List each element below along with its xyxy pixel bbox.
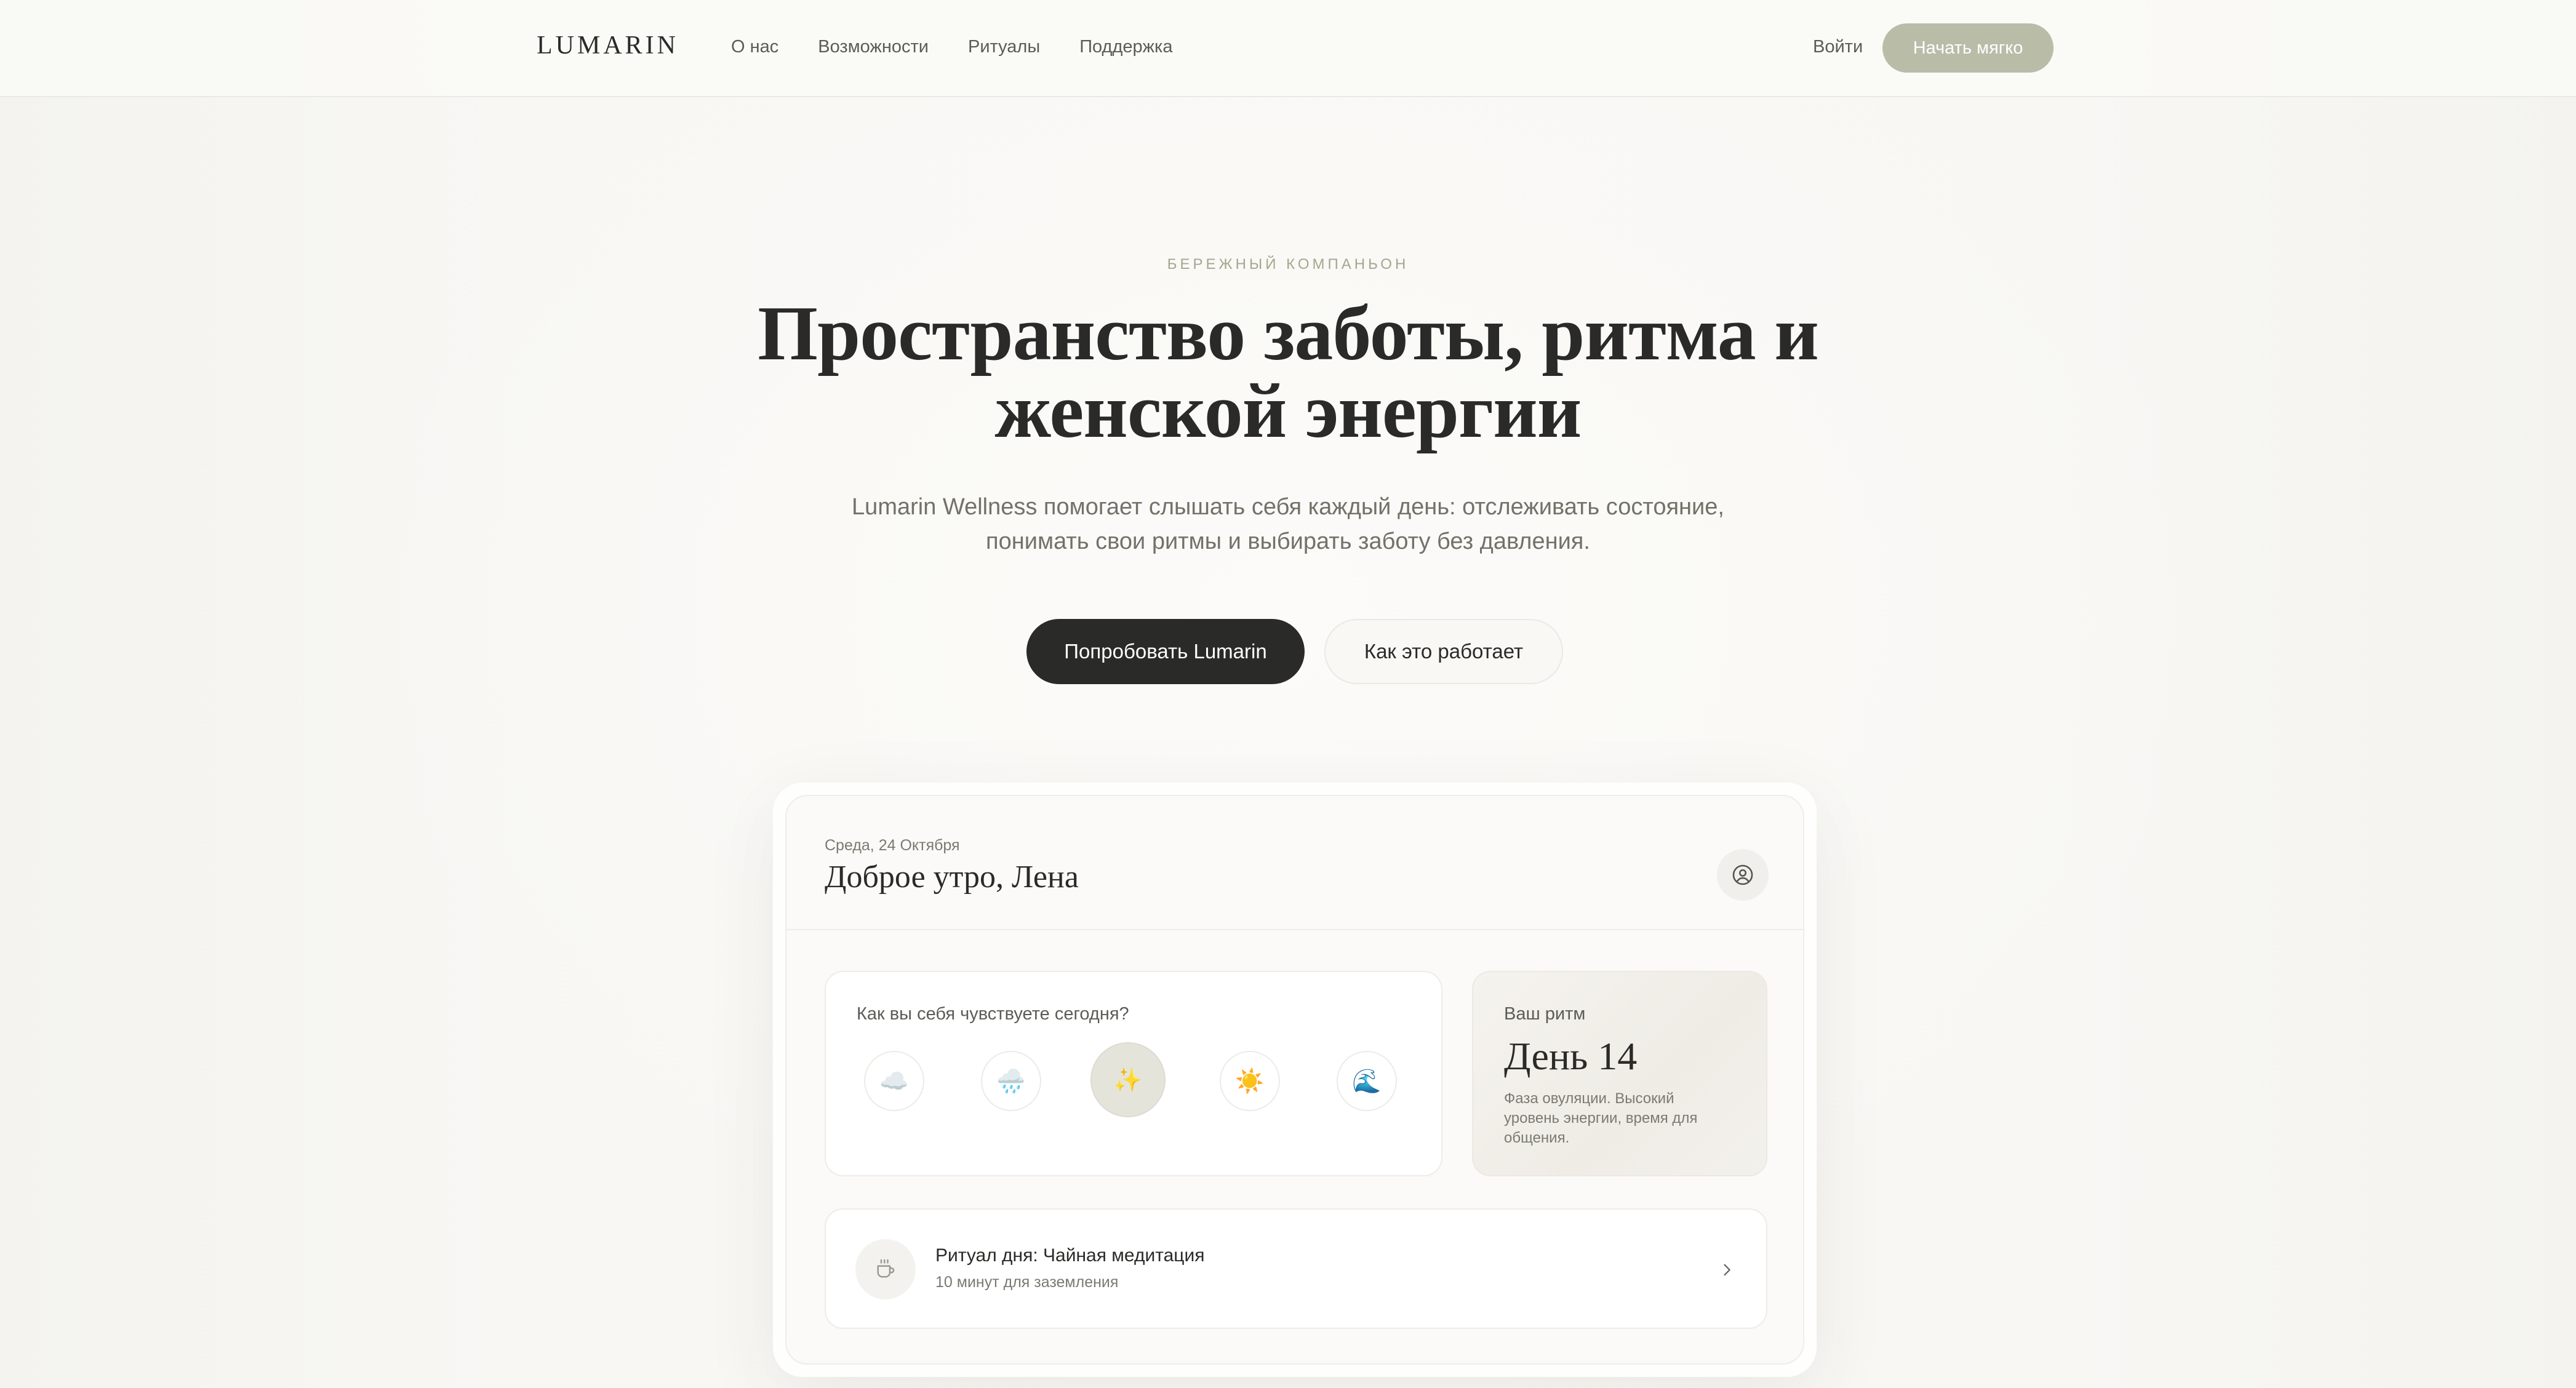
hero-headline: Пространство заботы, ритма и женской эне… — [703, 295, 1873, 450]
mood-option-cloudy[interactable]: ☁️ — [864, 1051, 924, 1111]
rhythm-day: День 14 — [1504, 1034, 1638, 1078]
rain-cloud-icon: 🌧️ — [996, 1067, 1026, 1095]
mood-check-card: Как вы себя чувствуете сегодня? ☁️ 🌧️ ✨ … — [825, 971, 1442, 1176]
top-navigation: LUMARIN О нас Возможности Ритуалы Поддер… — [0, 0, 2576, 97]
profile-button[interactable] — [1717, 849, 1769, 901]
app-preview-screen: Среда, 24 Октября Доброе утро, Лена Как … — [785, 795, 1804, 1365]
brand-logo[interactable]: LUMARIN — [537, 31, 679, 60]
daily-ritual-card[interactable]: Ритуал дня: Чайная медитация 10 минут дл… — [825, 1208, 1767, 1329]
cloud-icon: ☁️ — [879, 1067, 909, 1095]
ritual-icon-wrap — [855, 1239, 916, 1299]
sun-icon: ☀️ — [1235, 1067, 1265, 1095]
nav-links: О нас Возможности Ритуалы Поддержка — [731, 36, 1212, 58]
mood-option-sparkles-selected[interactable]: ✨ — [1090, 1042, 1166, 1117]
wave-icon: 🌊 — [1352, 1067, 1382, 1095]
start-gently-button[interactable]: Начать мягко — [1882, 23, 2054, 73]
rhythm-desc-line-1: Фаза овуляции. Высокий — [1504, 1090, 1674, 1107]
nav-link-about[interactable]: О нас — [731, 36, 778, 58]
rhythm-card[interactable]: Ваш ритм День 14 Фаза овуляции. Высокий … — [1472, 971, 1767, 1176]
app-header: Среда, 24 Октября Доброе утро, Лена — [786, 796, 1803, 930]
chevron-right-icon[interactable] — [1714, 1258, 1739, 1282]
try-lumarin-button[interactable]: Попробовать Lumarin — [1026, 619, 1305, 684]
hero-subtitle-line-2: понимать свои ритмы и выбирать заботу бе… — [986, 528, 1590, 554]
mood-question: Как вы себя чувствуете сегодня? — [857, 1004, 1129, 1024]
app-preview-frame: Среда, 24 Октября Доброе утро, Лена Как … — [773, 783, 1817, 1377]
hero-subtitle: Lumarin Wellness помогает слышать себя к… — [826, 490, 1750, 559]
hero-subtitle-line-1: Lumarin Wellness помогает слышать себя к… — [852, 494, 1724, 520]
rhythm-label: Ваш ритм — [1504, 1004, 1586, 1024]
how-it-works-button[interactable]: Как это работает — [1324, 619, 1563, 684]
hero-headline-line-2: женской энергии — [994, 369, 1582, 454]
mood-option-sunny[interactable]: ☀️ — [1220, 1051, 1280, 1111]
sparkles-icon: ✨ — [1113, 1066, 1143, 1093]
ritual-subtitle: 10 минут для заземления — [935, 1274, 1119, 1291]
login-link[interactable]: Войти — [1813, 36, 1863, 58]
app-date: Среда, 24 Октября — [825, 837, 960, 854]
hero-headline-line-1: Пространство заботы, ритма и — [758, 291, 1819, 377]
nav-link-support[interactable]: Поддержка — [1079, 36, 1172, 58]
tea-cup-icon — [877, 1259, 895, 1278]
app-greeting: Доброе утро, Лена — [825, 860, 1079, 895]
rhythm-desc-line-3: общения. — [1504, 1130, 1570, 1146]
nav-link-rituals[interactable]: Ритуалы — [968, 36, 1040, 58]
mood-option-wave[interactable]: 🌊 — [1337, 1051, 1397, 1111]
ritual-title: Ритуал дня: Чайная медитация — [935, 1245, 1205, 1266]
nav-link-features[interactable]: Возможности — [818, 36, 929, 58]
rhythm-desc-line-2: уровень энергии, время для — [1504, 1110, 1698, 1127]
hero-eyebrow: БЕРЕЖНЫЙ КОМПАНЬОН — [1167, 256, 1409, 273]
mood-option-rainy[interactable]: 🌧️ — [981, 1051, 1041, 1111]
rhythm-description: Фаза овуляции. Высокий уровень энергии, … — [1504, 1089, 1738, 1148]
user-circle-icon — [1732, 864, 1753, 885]
